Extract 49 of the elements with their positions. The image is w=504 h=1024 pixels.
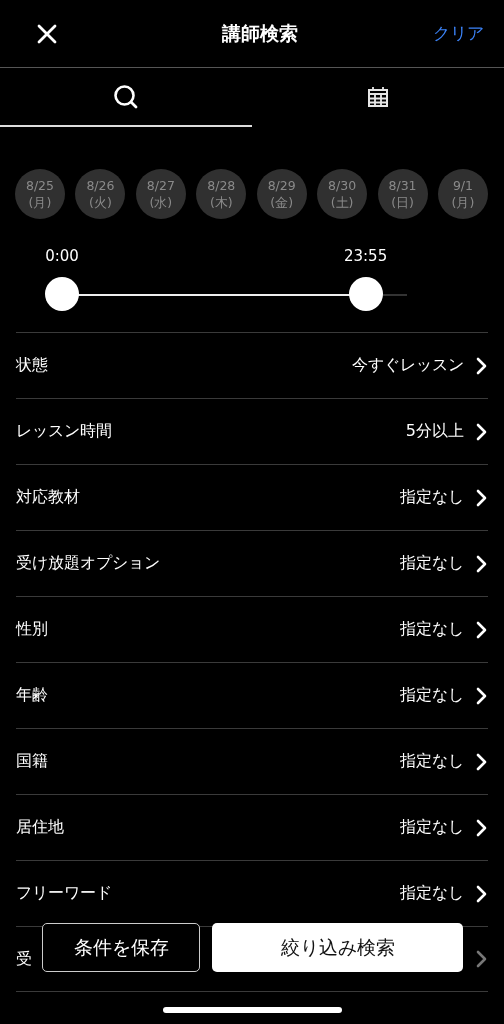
chevron-right-icon xyxy=(476,950,488,968)
filter-label[interactable]: 年齢 xyxy=(16,685,48,706)
filter-value: 指定なし xyxy=(400,817,464,838)
chevron-right-icon xyxy=(476,818,488,837)
date-chip[interactable]: 8/29 (金) xyxy=(256,169,307,219)
clear-link[interactable]: クリア xyxy=(433,22,484,45)
calendar-icon xyxy=(367,85,389,108)
save-conditions-button[interactable]: 条件を保存 xyxy=(42,923,200,972)
date-chip[interactable]: 8/30 (土) xyxy=(317,169,368,219)
filter-label[interactable]: 状態 xyxy=(16,355,48,376)
chevron-right-icon xyxy=(476,422,488,441)
filter-value: 指定なし xyxy=(400,685,464,706)
filter-label[interactable]: 受け放題オプション xyxy=(16,553,160,574)
slider-thumb[interactable] xyxy=(348,277,383,311)
date-chip[interactable]: 8/28 (木) xyxy=(196,169,247,219)
time-label: 23:55 xyxy=(344,247,388,265)
chevron-right-icon xyxy=(476,620,488,639)
screen-title: 講師検索 xyxy=(221,20,298,46)
filter-label[interactable]: 国籍 xyxy=(16,751,48,772)
filter-label[interactable]: レッスン時間 xyxy=(16,421,112,442)
filter-label[interactable]: 対応教材 xyxy=(16,487,80,508)
chevron-right-icon xyxy=(476,752,488,771)
search-button[interactable]: 絞り込み検索 xyxy=(212,923,463,972)
chevron-right-icon xyxy=(476,356,488,375)
filter-value: 指定なし xyxy=(400,751,464,772)
filter-value: 今すぐレッスン xyxy=(352,355,464,376)
slider-thumb[interactable] xyxy=(45,277,79,311)
filter-label[interactable]: フリーワード xyxy=(16,883,112,904)
date-chip[interactable]: 8/25 (月) xyxy=(15,169,65,219)
time-label: 0:00 xyxy=(45,247,79,265)
chevron-right-icon xyxy=(476,488,488,507)
search-icon xyxy=(113,83,139,110)
close-button[interactable] xyxy=(36,22,58,45)
date-chip[interactable]: 8/26 (火) xyxy=(75,169,126,219)
filter-value: 5分以上 xyxy=(405,421,464,442)
date-chip[interactable]: 8/27 (水) xyxy=(135,169,186,219)
chevron-right-icon xyxy=(476,554,488,573)
chevron-right-icon xyxy=(476,884,488,903)
filter-label[interactable]: 性別 xyxy=(16,619,48,640)
filter-label[interactable]: 居住地 xyxy=(16,817,64,838)
filter-value: 指定なし xyxy=(400,553,464,574)
date-chip[interactable]: 9/1 (月) xyxy=(437,169,488,219)
filter-label[interactable]: 受 xyxy=(16,948,32,970)
filter-value: 指定なし xyxy=(400,619,464,640)
close-icon xyxy=(36,22,58,45)
filter-value: 指定なし xyxy=(400,883,464,904)
chevron-right-icon xyxy=(476,686,488,705)
date-chip[interactable]: 8/31 (日) xyxy=(377,169,428,219)
filter-value: 指定なし xyxy=(400,487,464,508)
